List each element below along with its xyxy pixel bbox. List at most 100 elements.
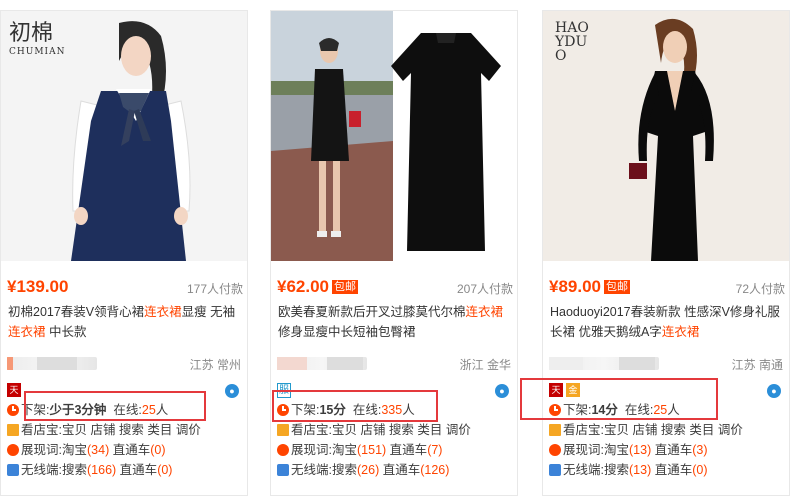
ztc-link[interactable]: 直通车 [390, 443, 428, 457]
wangwang-icon[interactable]: ● [225, 384, 239, 398]
sales-count: 177人付款 [186, 282, 243, 296]
shop-name-blurred[interactable] [549, 357, 659, 370]
ztc-link[interactable]: 直通车 [120, 463, 158, 477]
product-title[interactable]: 初棉2017春装V领背心裙连衣裙显瘦 无袖 连衣裙 中长款 [8, 302, 244, 342]
price-row: ¥139.00 177人付款 [7, 277, 243, 297]
sales-count: 207人付款 [456, 282, 513, 296]
highlight-box [272, 390, 438, 422]
product-title[interactable]: Haoduoyi2017春装新款 性感深V修身礼服长裙 优雅天鹅绒A字连衣裙 [550, 302, 786, 342]
title-text: 初棉2017春装V领背心裙 [8, 305, 145, 319]
title-keyword: 连衣裙 [8, 325, 46, 339]
keywords-label: 展现词: [291, 443, 332, 457]
brand-logo: 初棉 CHUMIAN [9, 23, 65, 57]
search-link[interactable]: 搜索 [332, 463, 357, 477]
product-image[interactable] [271, 11, 517, 261]
shop-tools-links[interactable]: 宝贝 店铺 搜索 类目 调价 [604, 423, 743, 437]
mail-icon [7, 424, 19, 436]
price-row: ¥89.00 包邮 72人付款 [549, 277, 785, 297]
shop-row: 江苏 常州 [7, 355, 243, 373]
mobile-row: 无线端:搜索(166) 直通车(0) [7, 461, 172, 479]
clock-icon [7, 404, 19, 416]
shop-tools-links[interactable]: 宝贝 店铺 搜索 类目 调价 [62, 423, 201, 437]
shop-name-blurred[interactable] [7, 357, 97, 370]
ztc-link[interactable]: 直通车 [655, 443, 693, 457]
ztc-count: (7) [427, 443, 443, 457]
mail-icon [549, 424, 561, 436]
title-text: 修身显瘦中长短袖包臀裙 [278, 325, 416, 339]
brand-logo-en: CHUMIAN [9, 47, 66, 57]
shop-name-blurred[interactable] [277, 357, 367, 370]
wangwang-icon[interactable]: ● [767, 384, 781, 398]
ztc-count: (0) [692, 463, 708, 477]
shop-row: 浙江 金华 [277, 355, 513, 373]
price-row: ¥62.00 包邮 207人付款 [277, 277, 513, 297]
free-shipping-badge: 包邮 [604, 280, 630, 294]
product-card[interactable]: 初棉 CHUMIAN ¥139.00 177人付款 初棉2017春装V领背心裙连… [0, 10, 248, 496]
free-shipping-badge: 包邮 [332, 280, 358, 294]
mobile-label: 无线端: [563, 463, 604, 477]
keywords-label: 展现词: [21, 443, 62, 457]
shop-location: 浙江 金华 [459, 358, 511, 372]
title-keyword: 连衣裙 [144, 305, 182, 319]
brand-logo: HAOYDUO [555, 20, 589, 64]
shop-tools-label: 看店宝: [563, 423, 604, 437]
tmall-icon[interactable]: 天猫 [7, 383, 21, 409]
shop-tools-label: 看店宝: [21, 423, 62, 437]
search-link[interactable]: 搜索 [604, 463, 629, 477]
sales-count: 72人付款 [735, 282, 785, 296]
ztc-count: (3) [692, 443, 708, 457]
shop-tools-row: 看店宝:宝贝 店铺 搜索 类目 调价 [549, 421, 743, 439]
phone-icon [277, 464, 289, 476]
search-link[interactable]: 搜索 [62, 463, 87, 477]
phone-icon [7, 464, 19, 476]
mobile-label: 无线端: [291, 463, 332, 477]
product-title[interactable]: 欧美春夏新款后开叉过膝莫代尔棉连衣裙修身显瘦中长短袖包臀裙 [278, 302, 514, 342]
mobile-label: 无线端: [21, 463, 62, 477]
search-count: (26) [357, 463, 380, 477]
price: ¥89.00 [549, 277, 601, 296]
keywords-row: 展现词:淘宝(34) 直通车(0) [7, 441, 166, 459]
shop-tools-row: 看店宝:宝贝 店铺 搜索 类目 调价 [277, 421, 471, 439]
title-keyword: 连衣裙 [465, 305, 504, 319]
keywords-row: 展现词:淘宝(13) 直通车(3) [549, 441, 708, 459]
location-pin-icon [7, 444, 19, 456]
ztc-link[interactable]: 直通车 [383, 463, 421, 477]
title-keyword: 连衣裙 [661, 325, 700, 339]
keywords-row: 展现词:淘宝(151) 直通车(7) [277, 441, 442, 459]
title-text: 欧美春夏新款后开叉过膝莫代尔棉 [278, 305, 466, 319]
taobao-count: (13) [629, 443, 652, 457]
shop-row: 江苏 南通 [549, 355, 785, 373]
price: ¥62.00 [277, 277, 329, 296]
phone-icon [549, 464, 561, 476]
product-image[interactable]: 初棉 CHUMIAN [1, 11, 247, 261]
title-text: 中长款 [45, 325, 87, 339]
location-pin-icon [277, 444, 289, 456]
brand-logo-zh: 初棉 [9, 21, 54, 46]
product-card[interactable]: ¥62.00 包邮 207人付款 欧美春夏新款后开叉过膝莫代尔棉连衣裙修身显瘦中长… [270, 10, 518, 496]
highlight-box [520, 378, 718, 420]
wangwang-icon[interactable]: ● [495, 384, 509, 398]
keywords-label: 展现词: [563, 443, 604, 457]
taobao-link[interactable]: 淘宝 [62, 443, 87, 457]
location-pin-icon [549, 444, 561, 456]
product-card[interactable]: HAOYDUO ¥89.00 包邮 72人付款 Haoduoyi2017春装新款 … [542, 10, 790, 496]
mail-icon [277, 424, 289, 436]
search-count: (13) [629, 463, 652, 477]
title-text: 显瘦 无袖 [181, 305, 236, 319]
shop-tools-row: 看店宝:宝贝 店铺 搜索 类目 调价 [7, 421, 201, 439]
taobao-count: (34) [87, 443, 110, 457]
ztc-link[interactable]: 直通车 [113, 443, 151, 457]
shop-location: 江苏 常州 [189, 358, 241, 372]
shop-tools-links[interactable]: 宝贝 店铺 搜索 类目 调价 [332, 423, 471, 437]
ztc-count: (0) [150, 443, 166, 457]
highlight-box [24, 391, 206, 421]
ztc-link[interactable]: 直通车 [655, 463, 693, 477]
shop-location: 江苏 南通 [731, 358, 783, 372]
taobao-link[interactable]: 淘宝 [604, 443, 629, 457]
mobile-row: 无线端:搜索(13) 直通车(0) [549, 461, 708, 479]
ztc-count: (126) [420, 463, 450, 477]
product-image[interactable]: HAOYDUO [543, 11, 789, 261]
taobao-count: (151) [357, 443, 387, 457]
taobao-link[interactable]: 淘宝 [332, 443, 357, 457]
shop-tools-label: 看店宝: [291, 423, 332, 437]
